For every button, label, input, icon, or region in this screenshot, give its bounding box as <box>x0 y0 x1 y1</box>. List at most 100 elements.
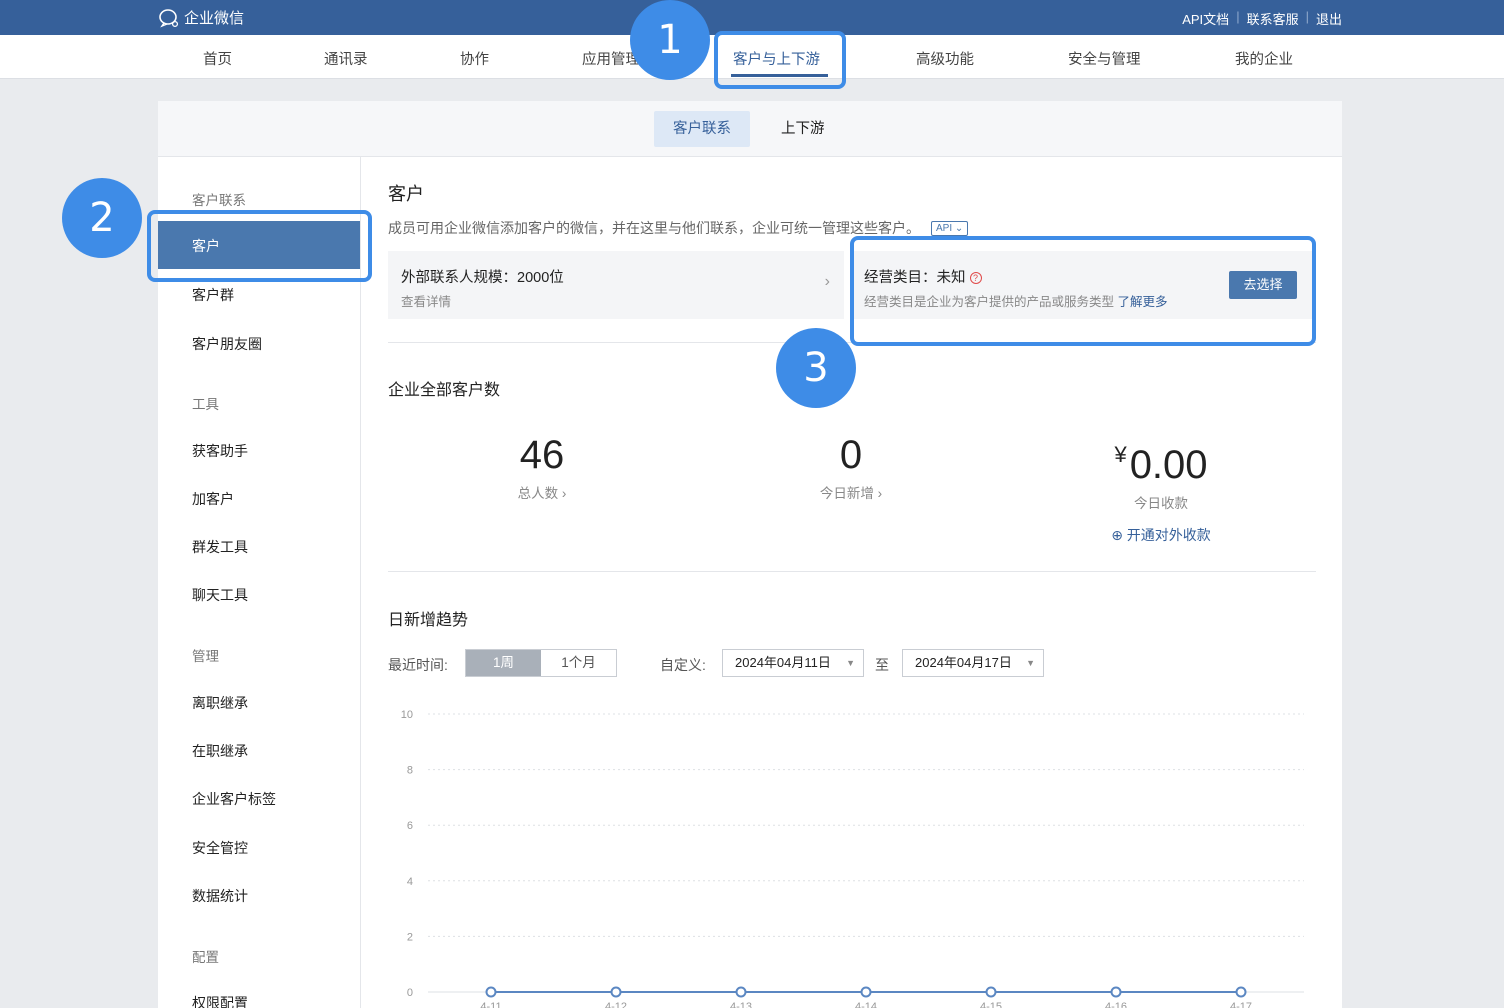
trend-filter: 最近时间: 1周 1个月 自定义: 2024年04月11日 ▼ 至 2024年0… <box>388 649 1316 679</box>
top-links: API文档 | 联系客服 | 退出 <box>1182 9 1342 28</box>
divider: | <box>1305 9 1309 24</box>
api-tag[interactable]: API ⌄ <box>931 220 969 236</box>
sidebar-section-tools: 工具 <box>192 397 219 412</box>
y-tick-label: 4 <box>407 876 413 888</box>
contact-support-link[interactable]: 联系客服 <box>1247 9 1299 28</box>
data-point[interactable] <box>1110 986 1122 998</box>
y-tick-label: 8 <box>407 765 413 777</box>
logo-text: 企业微信 <box>184 10 245 27</box>
tab-upstream-downstream[interactable]: 上下游 <box>762 111 844 147</box>
nav-my-company[interactable]: 我的企业 <box>1235 48 1293 69</box>
tab-customer-contact[interactable]: 客户联系 <box>654 111 750 147</box>
divider <box>388 571 1316 572</box>
data-point[interactable] <box>860 986 872 998</box>
sidebar-item-onjob-inherit[interactable]: 在职继承 <box>192 741 248 761</box>
x-tick-label: 4-16 <box>1105 1001 1127 1008</box>
annotation-badge-3: 3 <box>776 328 856 408</box>
sidebar-item-security-control[interactable]: 安全管控 <box>192 838 248 858</box>
description-text: 成员可用企业微信添加客户的微信，并在这里与他们联系，企业可统一管理这些客户。 <box>388 220 920 236</box>
data-point[interactable] <box>735 986 747 998</box>
nav-contacts[interactable]: 通讯录 <box>324 48 368 69</box>
sidebar-item-chat-tools[interactable]: 聊天工具 <box>192 585 248 605</box>
data-point[interactable] <box>1235 986 1247 998</box>
annotation-box-3 <box>850 236 1316 346</box>
top-bar: 企业微信 API文档 | 联系客服 | 退出 <box>0 0 1504 35</box>
recent-label: 最近时间: <box>388 657 448 673</box>
data-point[interactable] <box>485 986 497 998</box>
nav-home[interactable]: 首页 <box>203 48 232 69</box>
stat-today-new-value: 0 <box>839 433 863 477</box>
y-tick-label: 10 <box>401 709 413 721</box>
stat-today-new[interactable]: 0 今日新增 › <box>731 432 971 502</box>
caret-down-icon: ▼ <box>1026 658 1035 668</box>
sub-tabs: 客户联系 上下游 <box>158 101 1342 157</box>
stat-payments-amount: ¥0.00 <box>1041 432 1281 488</box>
caret-down-icon: ▼ <box>846 658 855 668</box>
x-tick-label: 4-13 <box>730 1001 752 1008</box>
sidebar-item-mass-send[interactable]: 群发工具 <box>192 537 248 557</box>
sidebar-item-add-customer[interactable]: 加客户 <box>192 489 234 509</box>
x-tick-label: 4-12 <box>605 1001 627 1008</box>
annotation-box-1 <box>714 31 846 89</box>
start-date-select[interactable]: 2024年04月11日 ▼ <box>722 649 864 677</box>
sidebar-section-config: 配置 <box>192 950 219 965</box>
sidebar-item-statistics[interactable]: 数据统计 <box>192 886 248 906</box>
sidebar-item-customer-groups[interactable]: 客户群 <box>192 285 234 305</box>
total-customers-title: 企业全部客户数 <box>388 382 501 399</box>
stat-total-label[interactable]: 总人数 › <box>422 482 662 502</box>
contact-scale-title: 外部联系人规模：2000位 <box>401 270 564 286</box>
sidebar-section-management: 管理 <box>192 649 219 664</box>
annotation-badge-2: 2 <box>62 178 142 258</box>
end-date-value: 2024年04月17日 <box>915 655 1012 670</box>
x-tick-label: 4-11 <box>480 1001 501 1008</box>
range-segmented-control: 1周 1个月 <box>465 649 617 677</box>
sidebar-item-customer-tags[interactable]: 企业客户标签 <box>192 789 276 809</box>
logo[interactable]: 企业微信 <box>158 7 244 28</box>
trend-title: 日新增趋势 <box>388 612 469 629</box>
enable-payments-link[interactable]: ⊕ 开通对外收款 <box>1041 525 1281 545</box>
stat-total[interactable]: 46 总人数 › <box>422 432 662 502</box>
wecom-logo-icon <box>159 8 179 27</box>
stat-today-payments: ¥0.00 今日收款 ⊕ 开通对外收款 <box>1041 432 1281 545</box>
x-tick-label: 4-17 <box>1230 1001 1252 1008</box>
start-date-value: 2024年04月11日 <box>735 655 831 670</box>
data-point[interactable] <box>985 986 997 998</box>
divider: | <box>1236 9 1240 24</box>
stat-today-new-label[interactable]: 今日新增 › <box>731 482 971 502</box>
annotation-badge-1: 1 <box>630 0 710 80</box>
sidebar-item-permissions[interactable]: 权限配置 <box>192 993 248 1008</box>
api-tag-label: API <box>936 222 953 234</box>
custom-label: 自定义: <box>660 657 706 673</box>
to-label: 至 <box>875 657 889 673</box>
api-docs-link[interactable]: API文档 <box>1182 9 1229 28</box>
sidebar-item-moments[interactable]: 客户朋友圈 <box>192 334 262 354</box>
sidebar-item-resigned-inherit[interactable]: 离职继承 <box>192 693 248 713</box>
data-point[interactable] <box>610 986 622 998</box>
y-tick-label: 6 <box>407 820 413 832</box>
sidebar-section-customer-contact: 客户联系 <box>192 193 246 208</box>
view-details-link[interactable]: 查看详情 <box>401 291 451 310</box>
nav-advanced[interactable]: 高级功能 <box>916 48 974 69</box>
segment-1-week[interactable]: 1周 <box>466 650 541 676</box>
y-tick-label: 2 <box>407 931 413 943</box>
page-title: 客户 <box>388 184 424 204</box>
chevron-right-icon: › <box>824 273 830 290</box>
logout-link[interactable]: 退出 <box>1316 9 1342 28</box>
sidebar: 客户联系 客户 客户群 客户朋友圈 工具 获客助手 加客户 群发工具 聊天工具 … <box>158 157 361 1008</box>
segment-1-month[interactable]: 1个月 <box>541 650 616 676</box>
trend-chart: 0 2 4 6 8 10 4-11 4-12 4-13 4-14 4-15 4-16 4-17 <box>401 709 1304 1008</box>
stat-payments-label: 今日收款 <box>1134 496 1188 511</box>
contact-scale-card[interactable]: 外部联系人规模：2000位 查看详情 › <box>388 251 844 319</box>
annotation-box-2 <box>147 210 372 282</box>
sidebar-item-acquisition[interactable]: 获客助手 <box>192 441 248 461</box>
nav-security[interactable]: 安全与管理 <box>1068 48 1141 69</box>
x-tick-label: 4-14 <box>855 1001 877 1008</box>
y-tick-label: 0 <box>407 987 413 999</box>
currency-symbol: ¥ <box>1114 442 1127 467</box>
stat-total-value: 46 <box>519 433 565 477</box>
page-description: 成员可用企业微信添加客户的微信，并在这里与他们联系，企业可统一管理这些客户。 A… <box>388 218 969 238</box>
stat-payments-value: 0.00 <box>1129 443 1208 487</box>
nav-collaboration[interactable]: 协作 <box>460 48 489 69</box>
x-tick-label: 4-15 <box>980 1001 1002 1008</box>
end-date-select[interactable]: 2024年04月17日 ▼ <box>902 649 1044 677</box>
